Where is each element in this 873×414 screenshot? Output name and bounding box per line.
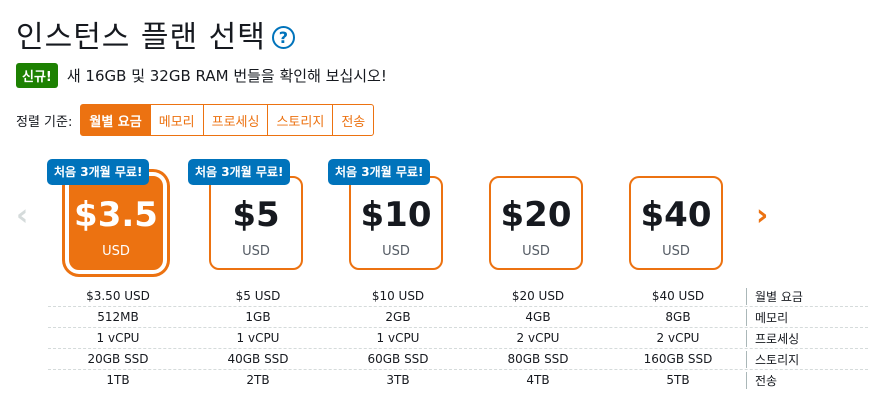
spec-cell: 4TB: [526, 373, 550, 387]
plan-currency: USD: [242, 244, 270, 259]
spec-cell: 1TB: [106, 373, 130, 387]
page-header: 인스턴스 플랜 선택 ?: [16, 12, 295, 56]
spec-cell: 20GB SSD: [87, 352, 149, 366]
spec-cell: $20 USD: [511, 289, 565, 303]
promo-badge: 처음 3개월 무료!: [47, 159, 150, 185]
plan-price: $3.5: [74, 195, 158, 235]
spec-label: 메모리: [746, 308, 788, 326]
plan-currency: USD: [522, 244, 550, 259]
sort-label: 정렬 기준:: [16, 114, 73, 130]
spec-cell: 5TB: [666, 373, 690, 387]
sort-by-processing-button[interactable]: 프로세싱: [202, 104, 269, 136]
spec-cell: 2 vCPU: [516, 331, 560, 345]
spec-cell: 1 vCPU: [96, 331, 140, 345]
page-title: 인스턴스 플랜 선택: [16, 20, 266, 55]
help-icon[interactable]: ?: [271, 25, 295, 49]
promo-badge: 처음 3개월 무료!: [188, 159, 291, 185]
new-bundles-notice: 신규! 새 16GB 및 32GB RAM 번들을 확인해 보십시오!: [16, 63, 387, 88]
spec-cell: $40 USD: [651, 289, 705, 303]
spec-row-memory: 512MB 1GB 2GB 4GB 8GB 메모리: [48, 307, 868, 328]
spec-cell: 4GB: [525, 310, 551, 324]
spec-row-processing: 1 vCPU 1 vCPU 1 vCPU 2 vCPU 2 vCPU 프로세싱: [48, 328, 868, 349]
plan-price: $10: [360, 195, 432, 235]
spec-cell: 3TB: [386, 373, 410, 387]
spec-row-storage: 20GB SSD 40GB SSD 60GB SSD 80GB SSD 160G…: [48, 349, 868, 370]
plan-price: $40: [640, 195, 712, 235]
spec-label: 스토리지: [746, 350, 799, 368]
plan-currency: USD: [662, 244, 690, 259]
spec-cell: 512MB: [97, 310, 139, 324]
spec-cell: 60GB SSD: [367, 352, 429, 366]
plan-currency: USD: [382, 244, 410, 259]
spec-row-transfer: 1TB 2TB 3TB 4TB 5TB 전송: [48, 370, 868, 390]
plan-card-3-5[interactable]: $3.5 USD: [69, 176, 163, 270]
chevron-right-icon[interactable]: ›: [756, 198, 768, 233]
spec-label: 월별 요금: [746, 287, 803, 305]
sort-by-storage-button[interactable]: 스토리지: [267, 104, 334, 136]
spec-label: 전송: [746, 371, 777, 389]
spec-cell: 1 vCPU: [376, 331, 420, 345]
plan-price: $5: [232, 195, 280, 235]
spec-cell: 1 vCPU: [236, 331, 280, 345]
spec-cell: 2GB: [385, 310, 411, 324]
plan-card-20[interactable]: $20 USD: [489, 176, 583, 270]
sort-by-monthly-price-button[interactable]: 월별 요금: [80, 104, 151, 136]
plan-card-10[interactable]: $10 USD: [349, 176, 443, 270]
plan-price: $20: [500, 195, 572, 235]
spec-cell: 1GB: [245, 310, 271, 324]
spec-cell: $5 USD: [235, 289, 281, 303]
chevron-left-icon[interactable]: ‹: [16, 198, 28, 233]
spec-cell: 40GB SSD: [227, 352, 289, 366]
spec-cell: $10 USD: [371, 289, 425, 303]
plan-card-40[interactable]: $40 USD: [629, 176, 723, 270]
spec-label: 프로세싱: [746, 329, 799, 347]
plan-spec-table: $3.50 USD $5 USD $10 USD $20 USD $40 USD…: [48, 286, 868, 390]
spec-cell: 160GB SSD: [643, 352, 713, 366]
notice-text: 새 16GB 및 32GB RAM 번들을 확인해 보십시오!: [66, 67, 387, 85]
spec-cell: $3.50 USD: [86, 289, 150, 303]
spec-cell: 2TB: [246, 373, 270, 387]
spec-cell: 2 vCPU: [656, 331, 700, 345]
sort-control: 정렬 기준: 월별 요금 메모리 프로세싱 스토리지 전송: [16, 104, 375, 136]
plan-currency: USD: [102, 244, 130, 259]
promo-badge: 처음 3개월 무료!: [328, 159, 431, 185]
spec-cell: 8GB: [665, 310, 691, 324]
sort-button-group: 월별 요금 메모리 프로세싱 스토리지 전송: [80, 104, 375, 136]
spec-row-monthly-price: $3.50 USD $5 USD $10 USD $20 USD $40 USD…: [48, 286, 868, 307]
sort-by-transfer-button[interactable]: 전송: [332, 104, 375, 136]
spec-cell: 80GB SSD: [507, 352, 569, 366]
plan-card-5[interactable]: $5 USD: [209, 176, 303, 270]
sort-by-memory-button[interactable]: 메모리: [149, 104, 204, 136]
new-badge: 신규!: [16, 63, 58, 88]
